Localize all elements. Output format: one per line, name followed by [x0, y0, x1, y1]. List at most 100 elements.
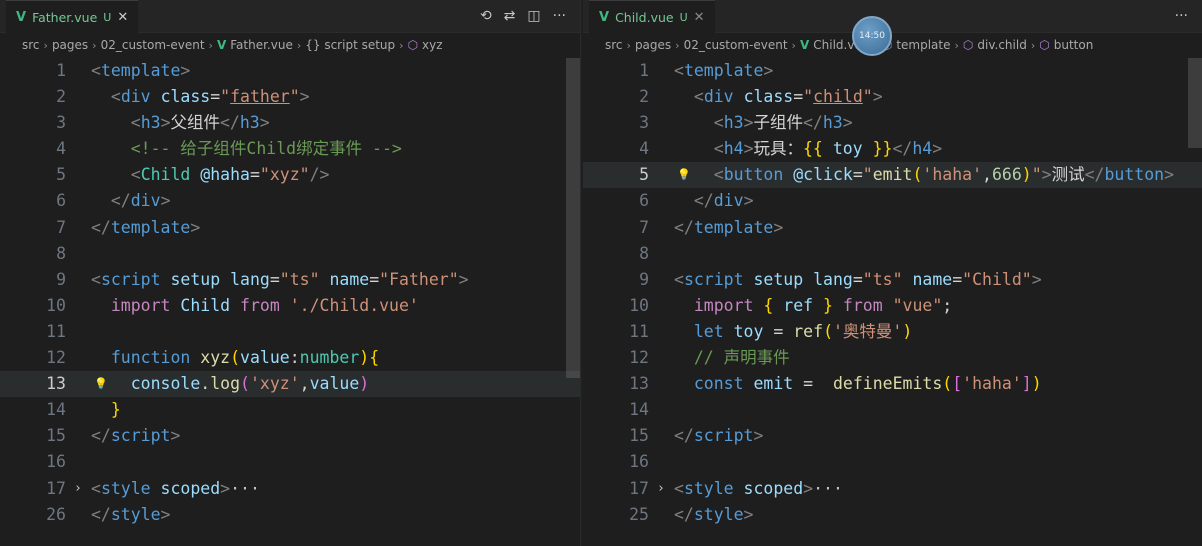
- code-line[interactable]: 6 </div>: [0, 188, 580, 214]
- code-line[interactable]: 1 <template>: [0, 58, 580, 84]
- breadcrumb-item[interactable]: div.child: [977, 38, 1026, 52]
- breadcrumb-item[interactable]: 02_custom-event: [684, 38, 788, 52]
- vue-file-icon: V: [599, 9, 610, 25]
- code-editor[interactable]: 1 <template> 2 <div class="child"> 3 <h3>子组…: [583, 58, 1202, 546]
- code-line[interactable]: 14 }: [0, 397, 580, 423]
- line-number: 16: [46, 452, 66, 472]
- fold-chevron-icon[interactable]: ›: [74, 476, 82, 502]
- code-token: ": [289, 87, 300, 107]
- breadcrumb-item[interactable]: xyz: [422, 38, 443, 52]
- code-line[interactable]: 9 <script setup lang="ts" name="Child">: [583, 267, 1202, 293]
- code-line[interactable]: 17 › <style scoped>···: [583, 476, 1202, 502]
- breadcrumb-item[interactable]: {} script setup: [305, 38, 395, 52]
- code-editor[interactable]: 1 <template> 2 <div class="father"> 3 <h3>父…: [0, 58, 580, 546]
- code-line[interactable]: 16: [0, 449, 580, 475]
- code-token: h3: [822, 113, 843, 133]
- code-token: console: [130, 374, 201, 394]
- code-line[interactable]: 7 </template>: [583, 215, 1202, 241]
- code-line[interactable]: 10 import { ref } from "vue";: [583, 293, 1202, 319]
- more-icon[interactable]: ···: [553, 8, 566, 24]
- code-line[interactable]: 12 function xyz(value:number){: [0, 345, 580, 371]
- code-line[interactable]: 25 </style>: [583, 502, 1202, 528]
- code-line[interactable]: 14: [583, 397, 1202, 423]
- breadcrumb-item[interactable]: 02_custom-event: [101, 38, 205, 52]
- code-token: template: [100, 61, 181, 80]
- code-token: >: [842, 113, 853, 133]
- code-line[interactable]: 15 </script>: [583, 423, 1202, 449]
- code-line[interactable]: 4 <h4>玩具：{{ toy }}</h4>: [583, 136, 1202, 162]
- code-line[interactable]: 6 </div>: [583, 188, 1202, 214]
- code-line[interactable]: 3 <h3>子组件</h3>: [583, 110, 1202, 136]
- code-line[interactable]: 17 › <style scoped>···: [0, 476, 580, 502]
- split-editor-icon[interactable]: ◫: [527, 8, 540, 24]
- scrollbar-thumb[interactable]: [1188, 58, 1202, 148]
- code-line[interactable]: 5 💡 <button @click="emit('haha',666)">测试<…: [583, 162, 1202, 189]
- code-token: Child: [140, 165, 191, 185]
- code-line[interactable]: 12 // 声明事件: [583, 345, 1202, 371]
- code-line[interactable]: 1 <template>: [583, 58, 1202, 84]
- breadcrumb-item[interactable]: pages: [52, 38, 88, 52]
- left-tab-bar: V Father.vue U ✕ ⟲ ⇄ ◫ ···: [0, 0, 580, 33]
- code-text: </style>: [91, 502, 170, 528]
- code-token: 666: [991, 165, 1022, 185]
- code-line[interactable]: 5 <Child @haha="xyz"/>: [0, 162, 580, 188]
- close-icon[interactable]: ✕: [117, 10, 128, 25]
- tab-child-vue[interactable]: V Child.vue U ✕: [589, 0, 715, 33]
- code-token: </: [91, 217, 111, 237]
- breadcrumb-item[interactable]: Father.vue: [230, 38, 293, 52]
- code-line[interactable]: 13 💡 console.log('xyz',value): [0, 371, 580, 398]
- breadcrumb-item[interactable]: template: [896, 38, 950, 52]
- chevron-right-icon: ›: [626, 38, 631, 52]
- code-line[interactable]: 16: [583, 449, 1202, 475]
- code-token: class: [743, 87, 794, 107]
- code-token: ,: [299, 374, 310, 394]
- code-token: toy: [832, 139, 863, 159]
- breadcrumb-item[interactable]: pages: [635, 38, 671, 52]
- code-token: scoped: [743, 478, 804, 498]
- fold-chevron-icon[interactable]: ›: [657, 476, 665, 502]
- code-token: =: [793, 374, 833, 394]
- breadcrumb-item[interactable]: button: [1054, 38, 1094, 52]
- close-icon[interactable]: ✕: [694, 10, 705, 25]
- scrollbar-thumb[interactable]: [566, 58, 580, 378]
- code-line[interactable]: 13 const emit = defineEmits(['haha']): [583, 371, 1202, 397]
- code-line[interactable]: 3 <h3>父组件</h3>: [0, 110, 580, 136]
- code-line[interactable]: 15 </script>: [0, 423, 580, 449]
- code-line[interactable]: 2 <div class="father">: [0, 84, 580, 110]
- more-icon[interactable]: ···: [1175, 8, 1188, 24]
- breadcrumb-item[interactable]: src: [22, 38, 40, 52]
- code-line[interactable]: 11 let toy = ref('奥特曼'): [583, 319, 1202, 345]
- code-text: const emit = defineEmits(['haha']): [674, 371, 1042, 397]
- compare-icon[interactable]: ⇄: [504, 8, 516, 24]
- code-line[interactable]: 26 </style>: [0, 502, 580, 528]
- history-icon[interactable]: ⟲: [480, 8, 492, 24]
- line-number: 7: [639, 217, 649, 237]
- code-text: </template>: [91, 215, 200, 241]
- code-line[interactable]: 8: [0, 241, 580, 267]
- code-token: value: [240, 348, 290, 368]
- line-number: 16: [629, 452, 649, 472]
- code-line[interactable]: 10 import Child from './Child.vue': [0, 293, 580, 319]
- line-number: 14: [629, 400, 649, 420]
- line-number: 6: [639, 191, 649, 211]
- code-line[interactable]: 4 <!-- 给子组件Child绑定事件 -->: [0, 136, 580, 162]
- breadcrumb-item[interactable]: src: [605, 38, 623, 52]
- line-number: 4: [56, 139, 66, 159]
- code-line[interactable]: 8: [583, 241, 1202, 267]
- code-token: ": [220, 87, 231, 107]
- code-token: =: [852, 269, 863, 289]
- code-line[interactable]: 7 </template>: [0, 215, 580, 241]
- tab-father-vue[interactable]: V Father.vue U ✕: [6, 0, 139, 33]
- code-line[interactable]: 11: [0, 319, 580, 345]
- code-line[interactable]: 2 <div class="child">: [583, 84, 1202, 110]
- code-line[interactable]: 9 <script setup lang="ts" name="Father">: [0, 267, 580, 293]
- code-token: >: [458, 269, 469, 289]
